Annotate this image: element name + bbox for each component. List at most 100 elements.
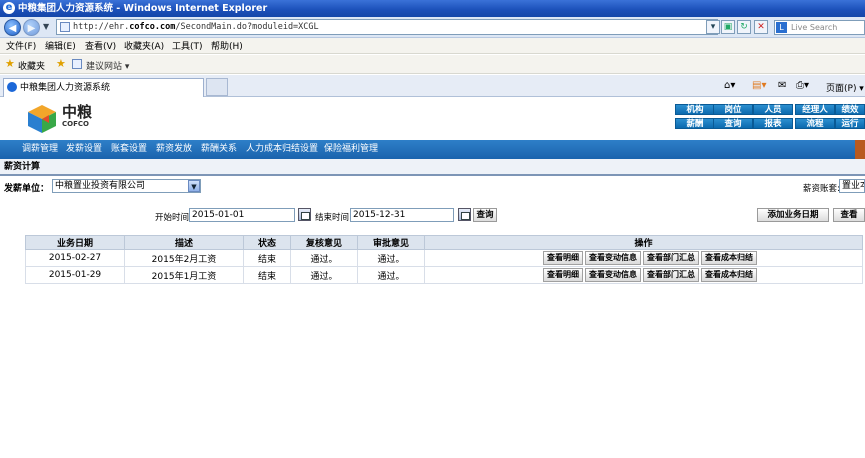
menu-tools[interactable]: 工具(T) <box>172 39 203 55</box>
pay-unit-select[interactable]: 中粮置业投资有限公司 <box>52 179 201 193</box>
chevron-down-icon[interactable]: ▼ <box>188 180 200 192</box>
nav-insurance-benefits[interactable]: 保险福利管理 <box>324 140 378 159</box>
view-dept-summary-button[interactable]: 查看部门汇总 <box>643 251 699 265</box>
nav-pay-settings[interactable]: 发薪设置 <box>66 140 102 159</box>
cell-actions: 查看明细 查看变动信息 查看部门汇总 查看成本归结 <box>424 266 863 284</box>
add-business-date-button[interactable]: 添加业务日期 <box>757 208 829 222</box>
window-title-bar: 中粮集团人力资源系统 - Windows Internet Explorer <box>0 0 865 17</box>
menu-help[interactable]: 帮助(H) <box>211 39 243 55</box>
compat-view-icon[interactable]: ▣ <box>721 20 735 34</box>
end-date-input[interactable]: 2015-12-31 <box>350 208 454 222</box>
start-date-input[interactable]: 2015-01-01 <box>189 208 295 222</box>
col-header-review: 复核意见 <box>290 235 358 250</box>
end-time-label: 结束时间 <box>315 213 350 223</box>
nav-account-settings[interactable]: 账套设置 <box>111 140 147 159</box>
history-dropdown-icon[interactable]: ▼ <box>43 22 49 31</box>
end-calendar-icon[interactable] <box>458 208 471 221</box>
cell-desc: 2015年1月工资 <box>124 266 244 284</box>
nav-salary-relation[interactable]: 薪酬关系 <box>201 140 237 159</box>
view-button[interactable]: 查看 <box>833 208 865 222</box>
menu-view[interactable]: 查看(V) <box>85 39 116 55</box>
col-header-desc: 描述 <box>124 235 244 250</box>
cell-date: 2015-02-27 <box>25 249 125 267</box>
page-icon <box>60 22 70 32</box>
view-changes-button[interactable]: 查看变动信息 <box>585 268 641 282</box>
nav-report[interactable]: 报表 <box>753 118 793 129</box>
suggested-sites-link[interactable]: 建议网站 ▾ <box>86 59 129 72</box>
favorites-star-icon: ★ <box>5 57 15 70</box>
col-header-approve: 审批意见 <box>357 235 425 250</box>
cell-date: 2015-01-29 <box>25 266 125 284</box>
table-header-row: 业务日期 描述 状态 复核意见 审批意见 操作 <box>25 235 863 250</box>
window-title: 中粮集团人力资源系统 - Windows Internet Explorer <box>18 3 268 14</box>
col-header-date: 业务日期 <box>25 235 125 250</box>
nav-salary[interactable]: 薪酬 <box>675 118 715 129</box>
view-changes-button[interactable]: 查看变动信息 <box>585 251 641 265</box>
search-input[interactable]: Live Search <box>774 20 865 35</box>
back-icon[interactable]: ◀ <box>4 19 21 36</box>
account-select[interactable]: 置业本 <box>839 179 865 193</box>
col-header-status: 状态 <box>243 235 291 250</box>
logo-en: COFCO <box>62 120 89 128</box>
cell-review: 通过。 <box>290 249 358 267</box>
nav-performance[interactable]: 绩效 <box>835 104 865 115</box>
home-icon[interactable]: ⌂▾ <box>724 80 735 91</box>
nav-cost-attribution[interactable]: 人力成本归结设置 <box>246 140 318 159</box>
account-label: 薪资账套: <box>803 184 840 194</box>
address-dropdown-icon[interactable]: ▾ <box>706 20 720 34</box>
page-title: 薪资计算 <box>0 159 865 176</box>
query-button[interactable]: 查询 <box>473 208 497 222</box>
cell-approve: 通过。 <box>357 249 425 267</box>
cell-actions: 查看明细 查看变动信息 查看部门汇总 查看成本归结 <box>424 249 863 267</box>
view-dept-summary-button[interactable]: 查看部门汇总 <box>643 268 699 282</box>
feeds-icon[interactable]: ▤▾ <box>752 80 766 91</box>
start-calendar-icon[interactable] <box>298 208 311 221</box>
cell-review: 通过。 <box>290 266 358 284</box>
favorites-button[interactable]: 收藏夹 <box>18 59 45 72</box>
pay-unit-label: 发薪单位： <box>4 184 50 194</box>
add-favorite-icon[interactable]: ★ <box>56 58 66 70</box>
nav-salary-adjust[interactable]: 调薪管理 <box>22 140 58 159</box>
start-time-label: 开始时间 <box>155 213 190 223</box>
forward-icon[interactable]: ▶ <box>23 19 40 36</box>
table-row: 2015-01-29 2015年1月工资 结束 通过。 通过。 查看明细 查看变动… <box>25 266 863 284</box>
tab-favicon-icon <box>7 82 17 92</box>
cell-desc: 2015年2月工资 <box>124 249 244 267</box>
favorites-bar <box>0 55 865 74</box>
cell-status: 结束 <box>243 266 291 284</box>
menu-edit[interactable]: 编辑(E) <box>45 39 76 55</box>
nav-manager[interactable]: 经理人 <box>795 104 835 115</box>
view-cost-attribution-button[interactable]: 查看成本归结 <box>701 268 757 282</box>
page-menu[interactable]: 页面(P) ▾ <box>826 81 864 94</box>
new-tab-button[interactable] <box>206 78 228 96</box>
cell-approve: 通过。 <box>357 266 425 284</box>
mail-icon[interactable]: ✉ <box>778 80 786 91</box>
cell-status: 结束 <box>243 249 291 267</box>
refresh-icon[interactable]: ↻ <box>737 20 751 34</box>
nav-query[interactable]: 查询 <box>713 118 753 129</box>
view-detail-button[interactable]: 查看明细 <box>543 268 583 282</box>
table-row: 2015-02-27 2015年2月工资 结束 通过。 通过。 查看明细 查看变动… <box>25 249 863 267</box>
nav-salary-payment[interactable]: 薪资发放 <box>156 140 192 159</box>
suggested-sites-icon <box>72 59 82 69</box>
navbar-accent <box>855 140 865 159</box>
menu-file[interactable]: 文件(F) <box>6 39 36 55</box>
browser-tab[interactable]: 中粮集团人力资源系统 <box>3 78 204 97</box>
nav-workflow[interactable]: 流程 <box>795 118 835 129</box>
nav-people[interactable]: 人员 <box>753 104 793 115</box>
cofco-logo-icon <box>26 104 58 134</box>
ie-logo-icon: e <box>3 2 15 14</box>
logo-cn: 中粮 <box>62 103 93 121</box>
nav-position[interactable]: 岗位 <box>713 104 753 115</box>
print-icon[interactable]: ⎙▾ <box>796 80 809 91</box>
stop-icon[interactable]: ✕ <box>754 20 768 34</box>
menu-favorites[interactable]: 收藏夹(A) <box>124 39 164 55</box>
live-search-icon: L <box>776 22 787 33</box>
address-bar[interactable]: http://ehr.cofco.com/SecondMain.do?modul… <box>56 19 718 35</box>
nav-org[interactable]: 机构 <box>675 104 715 115</box>
view-cost-attribution-button[interactable]: 查看成本归结 <box>701 251 757 265</box>
col-header-actions: 操作 <box>424 235 863 250</box>
view-detail-button[interactable]: 查看明细 <box>543 251 583 265</box>
payroll-table: 业务日期 描述 状态 复核意见 审批意见 操作 2015-02-27 2015年… <box>25 235 863 284</box>
nav-run[interactable]: 运行 <box>835 118 865 129</box>
